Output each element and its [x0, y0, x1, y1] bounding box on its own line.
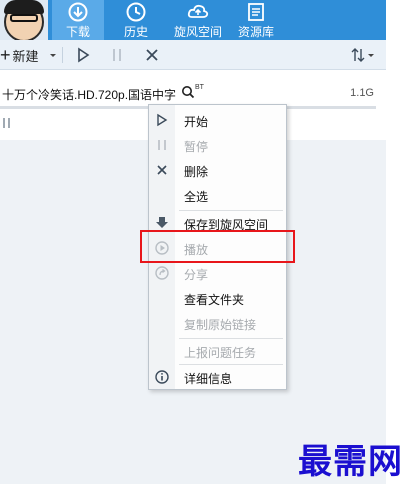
pause-button[interactable] [108, 46, 126, 64]
menu-separator [179, 338, 283, 339]
new-task-label: 新建 [12, 48, 39, 64]
sort-icon [351, 48, 365, 62]
toolbar: + 新建 [0, 40, 386, 70]
tab-history-label: 历史 [123, 25, 148, 39]
tab-cloud-space-label: 旋风空间 [173, 25, 222, 39]
menu-separator [179, 364, 283, 365]
menu-item-details[interactable]: 详细信息 [149, 366, 286, 388]
download-icon [68, 2, 88, 22]
share-icon [155, 266, 169, 280]
sort-button[interactable] [349, 46, 377, 64]
top-nav-bar: 下载 历史 旋风空间 资源库 [0, 0, 386, 40]
menu-separator [179, 210, 283, 211]
play-icon [157, 113, 168, 127]
pause-icon [113, 49, 121, 61]
menu-item-select-all[interactable]: 全选 [149, 184, 286, 206]
tab-library[interactable]: 资源库 [230, 0, 282, 40]
menu-item-open-folder[interactable]: 查看文件夹 [149, 287, 286, 309]
library-icon [248, 3, 264, 21]
download-arrow-icon [156, 217, 168, 228]
tab-library-label: 资源库 [237, 25, 274, 39]
delete-button[interactable] [143, 46, 161, 64]
menu-item-pause[interactable]: 暂停 [149, 134, 286, 156]
close-icon [157, 165, 167, 175]
cloud-space-icon [187, 4, 209, 18]
watermark: 最需网 [298, 442, 403, 482]
avatar[interactable] [0, 0, 48, 40]
tab-download-label: 下载 [65, 25, 90, 39]
tab-download[interactable]: 下载 [52, 0, 104, 40]
bt-badge: BT [195, 84, 204, 91]
info-icon [155, 370, 169, 384]
search-icon[interactable] [181, 85, 195, 99]
highlight-annotation-box [140, 230, 295, 263]
plus-icon: + [0, 45, 11, 65]
history-icon [126, 2, 146, 22]
menu-item-copy-link[interactable]: 复制原始链接 [149, 312, 286, 334]
pause-icon [158, 140, 166, 150]
menu-item-start[interactable]: 开始 [149, 109, 286, 131]
menu-item-delete[interactable]: 删除 [149, 159, 286, 181]
close-icon [146, 49, 158, 61]
menu-item-report-task[interactable]: 上报问题任务 [149, 340, 286, 362]
menu-item-share[interactable]: 分享 [149, 262, 286, 284]
task-size: 1.1G [350, 87, 374, 99]
task-name: 十万个冷笑话.HD.720p.国语中字 [2, 88, 177, 102]
play-icon [78, 47, 90, 63]
tab-cloud-space[interactable]: 旋风空间 [170, 0, 226, 40]
start-button[interactable] [74, 46, 92, 64]
pause-icon[interactable] [2, 117, 12, 129]
toolbar-divider [62, 47, 63, 63]
tab-history[interactable]: 历史 [110, 0, 162, 40]
dropdown-arrow-icon[interactable] [47, 48, 59, 62]
new-task-button[interactable]: + 新建 [0, 45, 39, 65]
